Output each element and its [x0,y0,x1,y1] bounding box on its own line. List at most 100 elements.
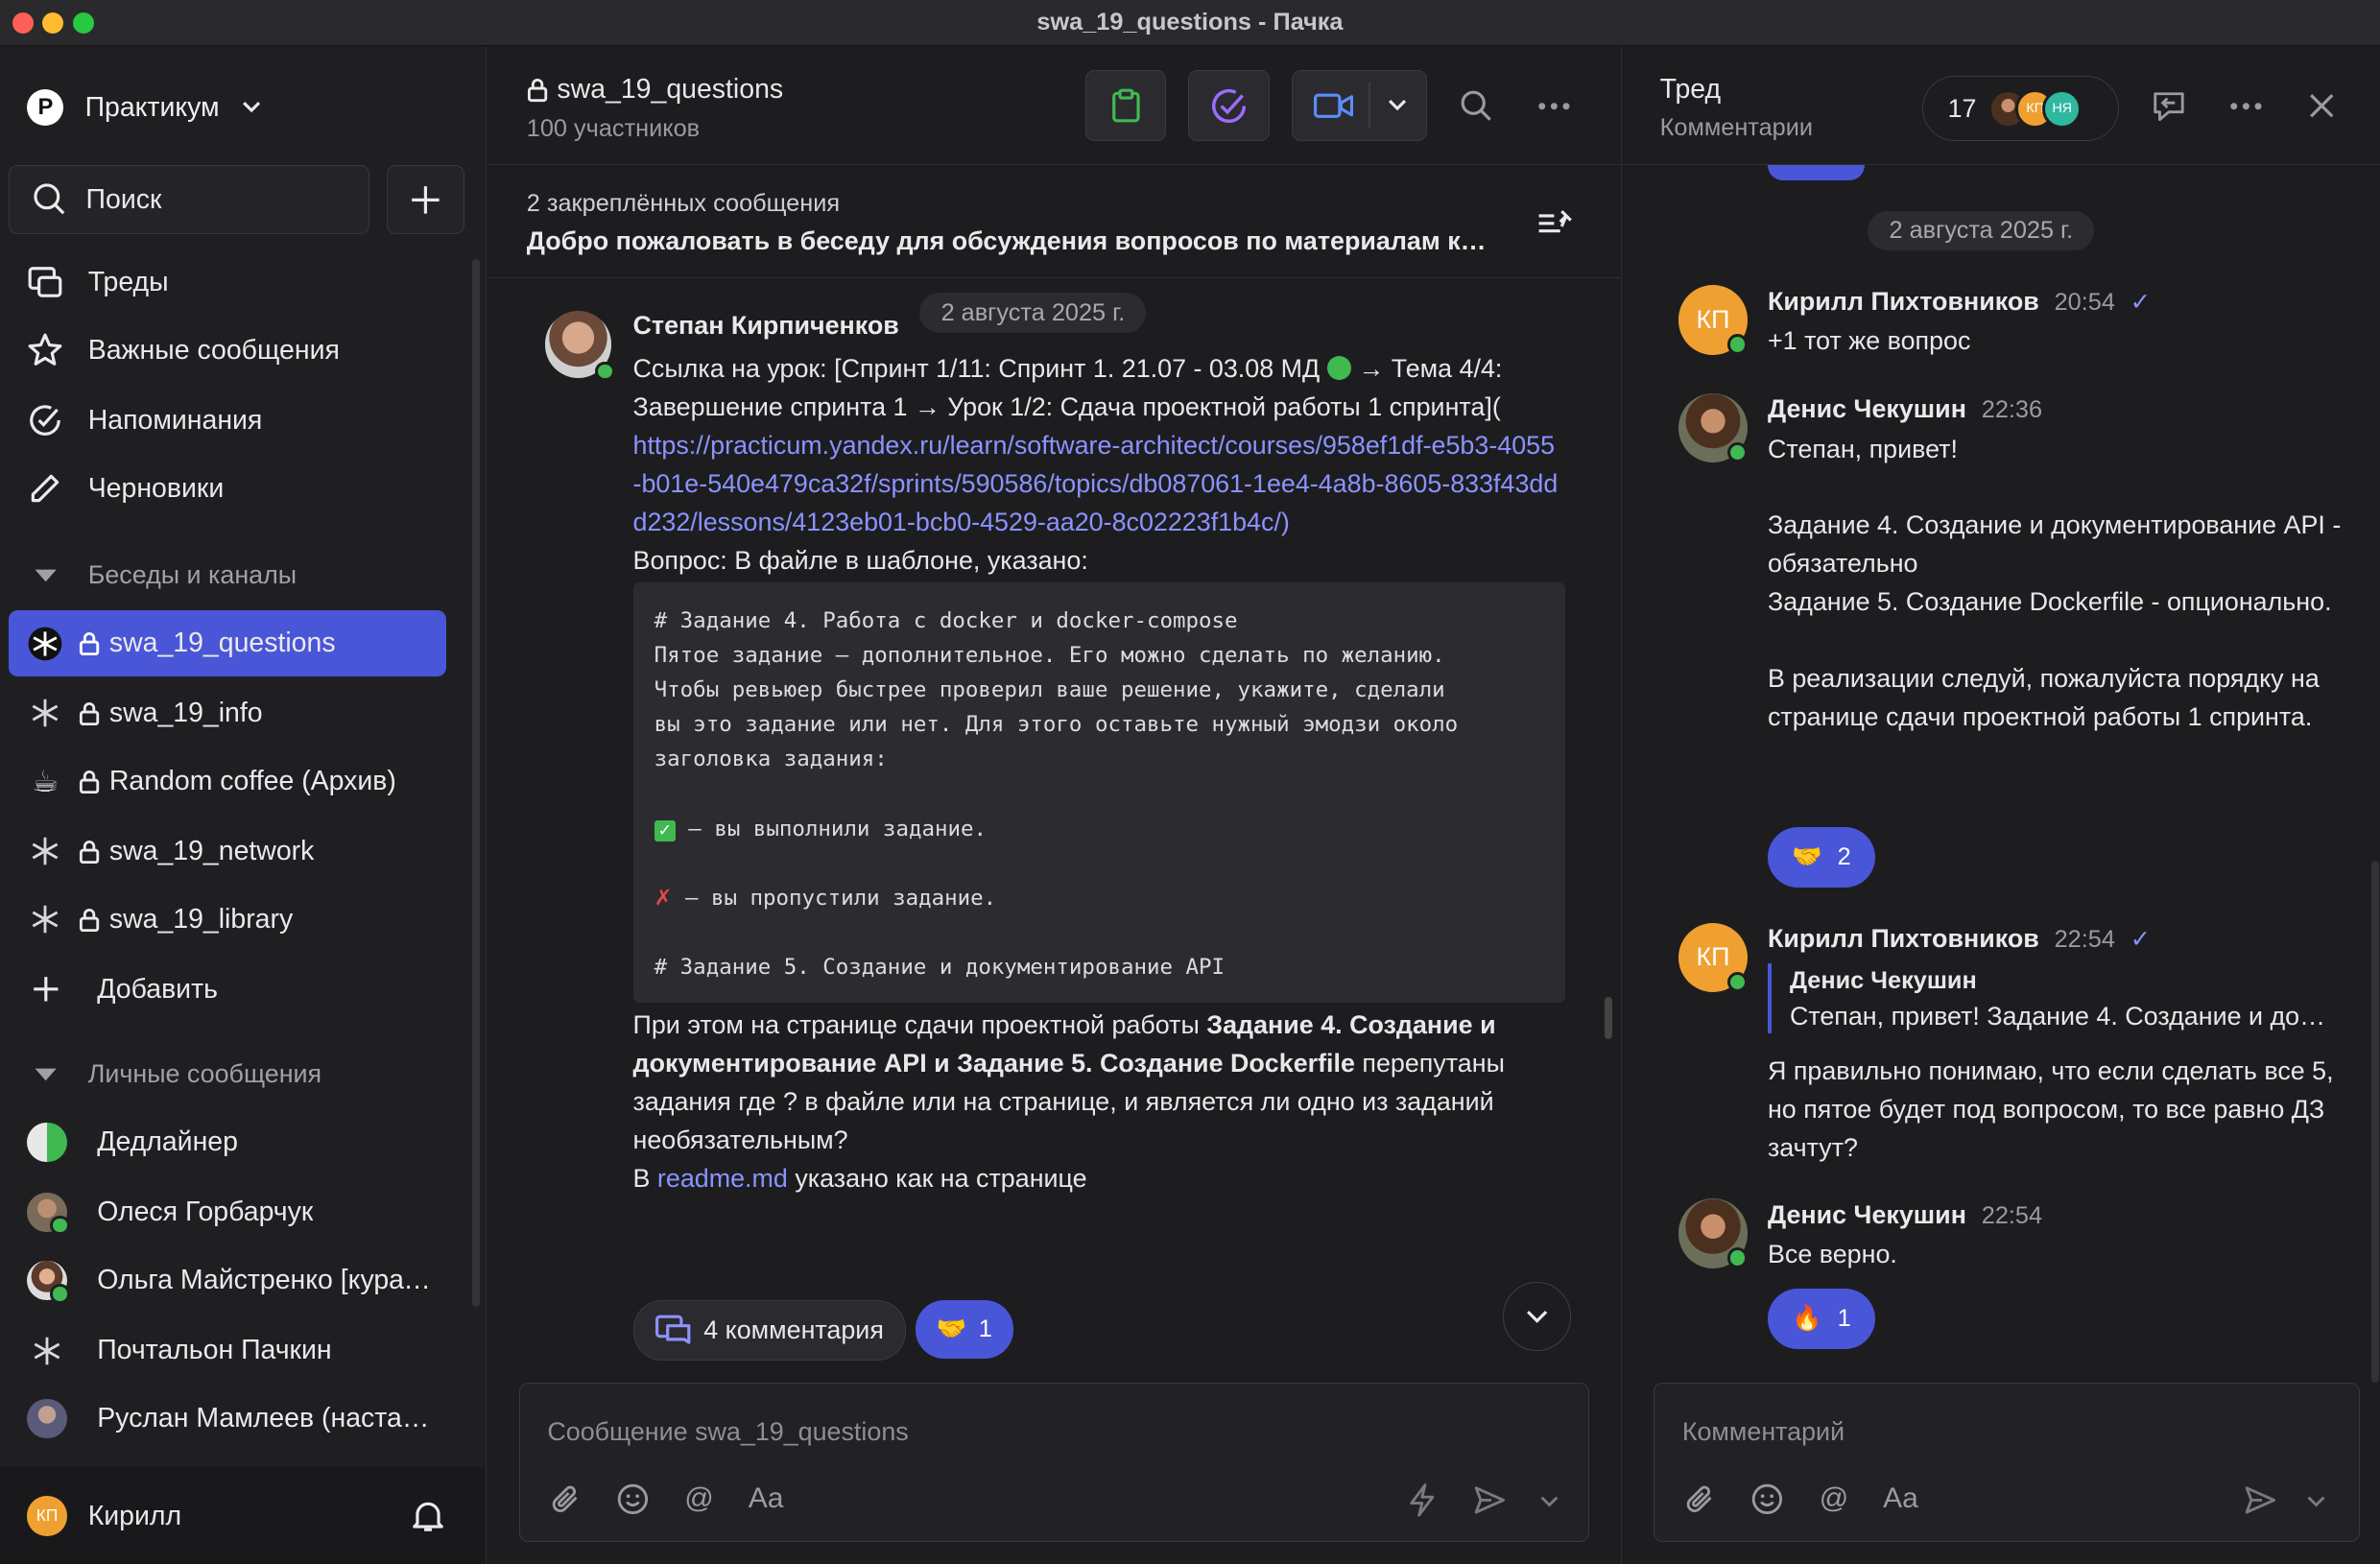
workspace-name: Практикум [84,91,220,123]
quoted-message[interactable]: Денис Чекушин Степан, привет! Задание 4.… [1767,963,2336,1034]
quote-author: Денис Чекушин [1789,967,1977,995]
bell-icon[interactable] [410,1498,446,1534]
thread-members-button[interactable]: 17 КП НЯ [1922,76,2119,142]
nav-reminders[interactable]: Напоминания [0,387,470,454]
mention-at-icon[interactable]: @ [681,1481,718,1517]
format-text-button[interactable]: Aa [1883,1481,1919,1517]
dm-pochtalon[interactable]: Почтальон Пачкин [9,1317,446,1385]
attach-paperclip-icon[interactable] [1682,1481,1719,1517]
plus-icon [412,185,440,214]
more-horizontal-icon[interactable] [1537,102,1571,110]
search-icon[interactable] [1460,89,1493,123]
online-indicator [50,1216,70,1236]
close-icon[interactable] [2308,92,2335,119]
video-call-button[interactable] [1291,69,1428,142]
channel-title[interactable]: swa_19_questions [527,74,783,106]
nav-label: Черновики [87,472,225,504]
pinned-messages-bar[interactable]: 2 закреплённых сообщения Добро пожаловат… [487,165,1620,279]
mention-at-icon[interactable]: @ [1816,1481,1852,1517]
section-channels[interactable]: Беседы и каналы [0,553,297,598]
author-name[interactable]: Кирилл Пихтовников [1768,924,2039,954]
chevron-down-icon[interactable] [1540,1496,1559,1508]
comment-composer[interactable]: Комментарий @ Aa [1654,1382,2361,1543]
channel-random-coffee[interactable]: ☕ Random coffee (Архив) [9,748,446,816]
message-author-avatar[interactable] [544,311,615,381]
comment-input[interactable]: Комментарий [1682,1417,1844,1447]
collapse-triangle-icon [35,1068,57,1081]
reaction-fire[interactable]: 🔥 1 [1767,1288,1875,1349]
new-chat-button[interactable] [387,165,465,234]
message-author-avatar[interactable] [1678,1198,1749,1269]
reminder-check-icon [27,402,63,438]
more-horizontal-icon[interactable] [2229,102,2263,110]
pinned-list-icon[interactable] [1537,208,1574,239]
message-author-avatar[interactable]: КП [1678,285,1749,356]
dm-olga[interactable]: Ольга Майстренко [куратор] [9,1247,446,1315]
search-button[interactable]: Поиск [9,165,369,234]
thread-scrollbar[interactable] [2371,860,2380,1383]
send-icon[interactable] [1473,1483,1507,1517]
lightning-icon[interactable] [1407,1483,1438,1517]
fire-emoji: 🔥 [1792,1304,1822,1332]
channel-swa-19-library[interactable]: swa_19_library [9,887,446,954]
scroll-to-bottom-button[interactable] [1502,1282,1572,1352]
chevron-down-icon[interactable] [1387,98,1408,113]
author-name[interactable]: Денис Чекушин [1768,1200,1966,1230]
emoji-smile-icon[interactable] [614,1481,651,1517]
messages-scrollbar[interactable] [1604,997,1612,1040]
nav-threads[interactable]: Треды [0,249,470,316]
channel-label: swa_19_library [108,903,294,935]
reaction-handshake[interactable]: 🤝 2 [1767,826,1875,889]
read-check-icon: ✓ [2130,926,2151,954]
reaction-handshake[interactable]: 🤝 1 [915,1300,1014,1359]
thread-message-text: +1 тот же вопрос [1767,326,1971,356]
thread-message-author: Денис Чекушин 22:36 [1768,394,2042,424]
author-name[interactable]: Кирилл Пихтовников [1768,287,2039,317]
section-label: Личные сообщения [87,1059,322,1089]
thread-title: Тред [1659,74,1722,106]
tasks-button[interactable] [1188,69,1270,142]
add-channel-button[interactable]: Добавить [9,956,446,1023]
message-author[interactable]: Степан Кирпиченков [633,311,899,341]
nav-important[interactable]: Важные сообщения [0,318,470,385]
asterisk-channel-icon [27,901,63,937]
author-name[interactable]: Денис Чекушин [1768,394,1966,424]
emoji-smile-icon[interactable] [1749,1481,1785,1517]
sidebar-scrollbar[interactable] [471,259,480,1307]
message-composer[interactable]: Сообщение swa_19_questions @ Aa [518,1382,1590,1543]
workspace-switcher[interactable]: P Практикум [27,89,261,127]
attach-paperclip-icon[interactable] [547,1481,583,1517]
chevron-down-icon[interactable] [2307,1496,2325,1508]
channel-swa-19-questions[interactable]: swa_19_questions [9,609,446,677]
format-text-button[interactable]: Aa [748,1481,784,1517]
dm-olesya[interactable]: Олеся Горбарчук [9,1179,446,1246]
section-direct-messages[interactable]: Личные сообщения [0,1052,321,1097]
plus-icon [27,971,63,1007]
comments-label: 4 комментария [703,1315,884,1344]
message-author-avatar[interactable]: КП [1678,922,1749,993]
readme-link[interactable]: readme.md [657,1164,788,1193]
coffee-cup-icon: ☕ [32,763,60,798]
message-input[interactable]: Сообщение swa_19_questions [547,1417,908,1447]
move-to-channel-icon[interactable] [2151,89,2187,123]
check-circle-icon [1211,88,1247,123]
read-check-icon: ✓ [2130,288,2151,316]
members-count: 17 [1947,93,1977,123]
dm-ruslan[interactable]: Руслан Мамлеев (наставник) [9,1386,446,1453]
message-author-avatar[interactable] [1678,392,1749,463]
user-avatar[interactable]: КП [27,1496,67,1536]
channel-members-count[interactable]: 100 участников [527,115,700,143]
nav-drafts[interactable]: Черновики [0,455,470,522]
lesson-link[interactable]: https://practicum.yandex.ru/learn/softwa… [633,431,1559,536]
lock-icon [80,770,100,794]
thread-message-text: Степан, привет! Задание 4. Создание и до… [1767,434,2342,731]
user-name[interactable]: Кирилл [88,1501,181,1532]
lock-icon [80,701,100,725]
reaction-count: 1 [1837,1304,1851,1332]
comments-button[interactable]: 4 комментария [632,1300,907,1361]
channel-swa-19-network[interactable]: swa_19_network [9,818,446,885]
channel-swa-19-info[interactable]: swa_19_info [9,680,446,747]
dm-deadliner[interactable]: Дедлайнер [9,1109,446,1176]
clipboard-button[interactable] [1084,69,1167,142]
send-icon[interactable] [2244,1483,2277,1517]
